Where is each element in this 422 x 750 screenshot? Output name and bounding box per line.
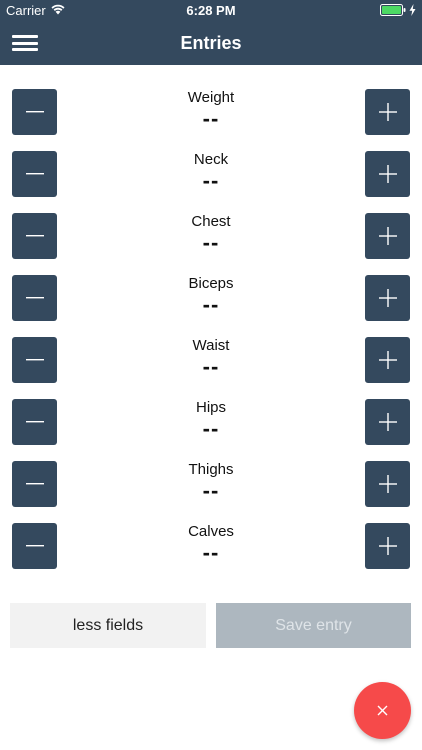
increment-calves-button[interactable]: [365, 523, 410, 569]
close-fab-button[interactable]: [354, 682, 411, 739]
increment-thighs-button[interactable]: [365, 461, 410, 507]
decrement-thighs-button[interactable]: [12, 461, 57, 507]
plus-icon: [378, 475, 397, 493]
status-bar: Carrier 6:28 PM: [0, 0, 422, 22]
minus-icon: [25, 483, 44, 485]
plus-icon: [378, 351, 397, 369]
field-row-chest: Chest --: [0, 213, 422, 259]
decrement-neck-button[interactable]: [12, 151, 57, 197]
plus-icon: [378, 289, 397, 307]
minus-icon: [25, 173, 44, 175]
plus-icon: [378, 537, 397, 555]
field-row-biceps: Biceps --: [0, 275, 422, 321]
save-entry-button[interactable]: Save entry: [216, 603, 411, 648]
field-row-weight: Weight --: [0, 89, 422, 135]
field-label: Hips: [195, 399, 226, 416]
field-label: Neck: [193, 151, 229, 168]
field-row-neck: Neck --: [0, 151, 422, 197]
field-value: --: [202, 292, 220, 317]
field-value: --: [202, 540, 220, 565]
charging-bolt-icon: [409, 4, 416, 19]
nav-bar: Entries: [0, 22, 422, 65]
field-label: Thighs: [188, 461, 234, 478]
decrement-biceps-button[interactable]: [12, 275, 57, 321]
field-value: --: [202, 416, 220, 441]
field-row-waist: Waist --: [0, 337, 422, 383]
decrement-waist-button[interactable]: [12, 337, 57, 383]
plus-icon: [378, 227, 397, 245]
field-value: --: [202, 354, 220, 379]
close-icon: [377, 705, 388, 716]
field-label: Calves: [188, 523, 234, 540]
minus-icon: [25, 297, 44, 299]
increment-waist-button[interactable]: [365, 337, 410, 383]
page-title: Entries: [180, 33, 242, 53]
minus-icon: [25, 421, 44, 423]
decrement-weight-button[interactable]: [12, 89, 57, 135]
field-row-thighs: Thighs --: [0, 461, 422, 507]
minus-icon: [25, 111, 44, 113]
status-right: [380, 4, 416, 19]
increment-chest-button[interactable]: [365, 213, 410, 259]
plus-icon: [378, 413, 397, 431]
field-value: --: [202, 106, 220, 131]
decrement-chest-button[interactable]: [12, 213, 57, 259]
plus-icon: [378, 103, 397, 121]
field-label: Chest: [191, 213, 231, 230]
minus-icon: [25, 359, 44, 361]
battery-icon: [380, 4, 406, 19]
field-row-hips: Hips --: [0, 399, 422, 445]
decrement-calves-button[interactable]: [12, 523, 57, 569]
field-value: --: [202, 168, 220, 193]
increment-neck-button[interactable]: [365, 151, 410, 197]
field-row-calves: Calves --: [0, 523, 422, 569]
minus-icon: [25, 545, 44, 547]
field-label: Weight: [187, 89, 235, 106]
increment-biceps-button[interactable]: [365, 275, 410, 321]
increment-weight-button[interactable]: [365, 89, 410, 135]
less-fields-button[interactable]: less fields: [10, 603, 206, 648]
increment-hips-button[interactable]: [365, 399, 410, 445]
minus-icon: [25, 235, 44, 237]
decrement-hips-button[interactable]: [12, 399, 57, 445]
field-value: --: [202, 478, 220, 503]
field-label: Waist: [192, 337, 230, 354]
field-label: Biceps: [188, 275, 234, 292]
field-value: --: [202, 230, 220, 255]
status-time: 6:28 PM: [186, 3, 236, 18]
plus-icon: [378, 165, 397, 183]
